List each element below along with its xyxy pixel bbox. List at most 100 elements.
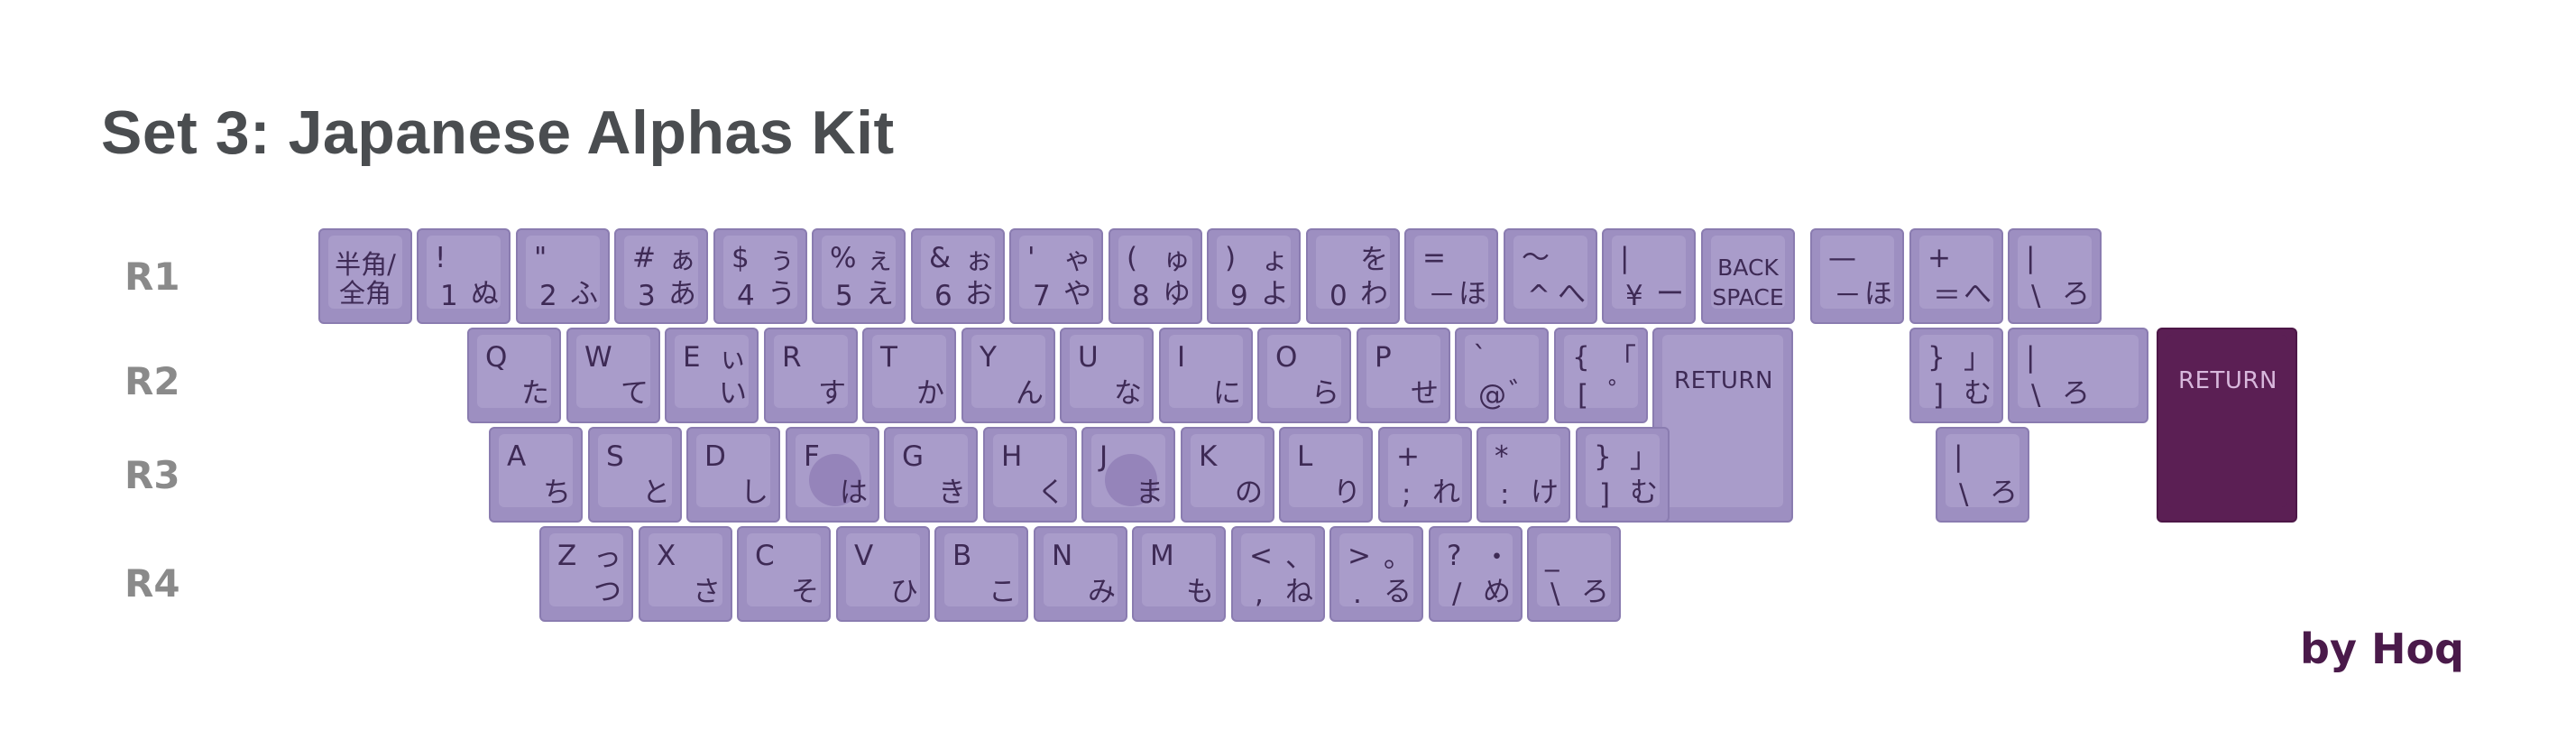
legend-top-left: + [1927,242,1951,274]
legend-top-left: G [902,440,925,473]
keycap-r1-17: + ＝へ [1909,228,2003,324]
legend-bottom-right: そ [791,576,819,608]
legend-bottom-right: う [768,278,796,310]
legend-bottom-right: ほ [1864,278,1892,310]
legend-bottom-right: ち [543,477,571,509]
legend-top-left: X [657,540,676,572]
legend-bottom-left: / [1452,578,1462,610]
legend-bottom-right: ろ [1581,576,1609,608]
keycap-r2-3: Eぃい [665,328,759,423]
legend-word: RETURN [1674,367,1773,394]
legend-bottom-right: あ [668,278,696,310]
legend-top-left: F [804,440,820,473]
legend-top-left: I [1177,341,1186,374]
keycap-r1-9: (ゅ 8 ゆ [1109,228,1202,324]
legend-bottom-right: く [1037,477,1065,509]
legend-top-right: ぅ [768,244,796,276]
legend-bottom-right: り [1333,477,1361,509]
legend-bottom-left: @ [1478,379,1506,412]
legend-top-right: ぁ [668,244,696,276]
keycap-r4-4: Vひ [836,526,930,622]
keycap-r4-8: < 、, ね [1231,526,1325,622]
keycap-r4-10: ? ・ / め [1429,526,1523,622]
legend-bottom-right: い [719,377,747,410]
legend-top-right: っ [593,541,621,574]
legend-top-left: * [1495,440,1509,473]
legend-bottom-right: め [1483,576,1511,608]
keycap-r4-9: > 。. る [1329,526,1423,622]
legend-bottom-left: 3 [638,280,656,312]
keycap-r1-5: $ ぅ 4 う [713,228,807,324]
keycap-r3-11: *: け [1477,427,1570,523]
legend-bottom-right: む [1964,377,1992,410]
legend-top-right: 「 [1608,343,1636,375]
keycap-r1-18: | \ ろ [2008,228,2102,324]
legend-bottom-right: は [840,477,868,509]
legend-top-right: ゅ [1163,244,1191,276]
legend-bottom-right: み [1088,576,1116,608]
legend-top-left: S [606,440,624,473]
legend-top-left: > [1348,540,1371,572]
legend-bottom-left: 0 [1329,280,1348,312]
legend-bottom-left: 4 [737,280,755,312]
legend-bottom-left: － [1834,280,1862,312]
keycap-r4-7: Mも [1132,526,1226,622]
legend-top-left: D [704,440,726,473]
legend-top-left: Z [557,540,577,572]
legend-top-right: ょ [1261,244,1289,276]
legend-top-left: — [1828,242,1856,274]
legend-bottom-left: \ [1550,578,1560,610]
keycap-r4-2: Xさ [639,526,732,622]
legend-bottom-right: ま [1136,477,1164,509]
legend-bottom-left: 8 [1132,280,1150,312]
legend-bottom-right: も [1186,576,1214,608]
legend-top-left: H [1001,440,1023,473]
legend-bottom-right: ね [1285,576,1313,608]
legend-bottom-left: ＝ [1933,280,1961,312]
legend-bottom-right: こ [989,576,1017,608]
legend-top-right: ゃ [1063,244,1091,276]
legend-top-left: C [755,540,775,572]
legend-top-left: A [507,440,527,473]
legend-top-left: " [534,242,547,274]
legend-bottom-left: ] [1599,478,1611,511]
keycap-r1-12: = －ほ [1404,228,1498,324]
legend-top-left: ? [1447,540,1462,572]
legend-bottom-left: 1 [440,280,458,312]
legend-bottom-right: ー [1656,278,1684,310]
legend-top-left: R [782,341,802,374]
legend-word: RETURN [2178,367,2277,394]
legend-top-left: | [1620,242,1630,274]
legend-top-left: | [2026,242,2036,274]
legend-top-left: & [929,242,952,274]
keycap-r2-5: Tか [862,328,956,423]
legend-top-left: _ [1545,540,1559,572]
legend-top-left: # [632,242,656,274]
legend-bottom-left: ] [1933,379,1945,412]
legend-bottom-left: \ [1959,478,1969,511]
legend-top-left: K [1199,440,1218,473]
legend-top-left: U [1078,341,1099,374]
keycap-r2-15: | \ ろ [2008,328,2148,423]
legend-top-right: ぃ [719,343,747,375]
keycap-r1-11: を0わ [1306,228,1400,324]
keycap-r3-4: Fは [786,427,879,523]
keycap-r3-2: Sと [588,427,682,523]
legend-bottom-left: － [1428,280,1456,312]
legend-top-left: V [854,540,874,572]
legend-bottom-right: け [1531,477,1559,509]
legend-bottom-left: ; [1402,478,1412,511]
keycap-r3-1: Aち [489,427,583,523]
legend-bottom-right: か [916,377,944,410]
keycap-r1-4: # ぁ 3 あ [614,228,708,324]
legend-top-right: ぇ [866,244,894,276]
keycap-r1-7: & ぉ 6 お [911,228,1005,324]
legend-bottom-right: し [741,477,768,509]
keycap-r2-1: Qた [467,328,561,423]
row-label-r1: R1 [124,254,180,299]
legend-bottom-right: わ [1360,278,1388,310]
legend-top-right: ・ [1483,541,1511,574]
keycap-r3-12: } 」] む [1576,427,1670,523]
legend-bottom-right: ろ [2062,377,2090,410]
keycap-r3-7: Jま [1081,427,1175,523]
